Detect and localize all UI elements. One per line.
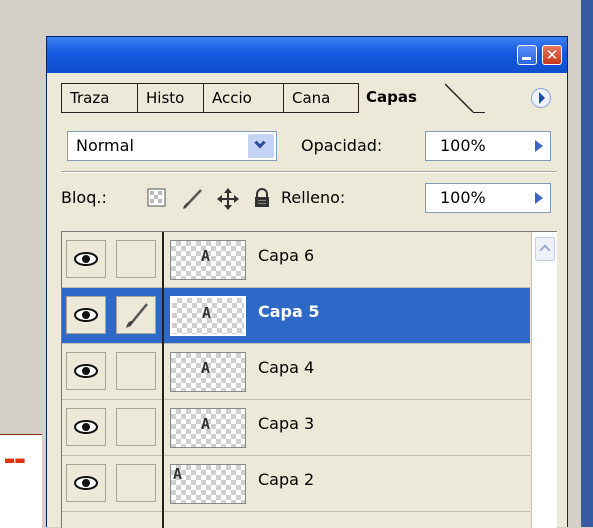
lock-move-icon[interactable] xyxy=(217,188,239,210)
divider xyxy=(61,171,557,173)
fill-label: Relleno: xyxy=(281,188,346,207)
fill-field[interactable]: 100% xyxy=(425,183,551,213)
blend-mode-value: Normal xyxy=(76,136,134,155)
tab-label: Histo xyxy=(146,89,185,107)
layer-thumbnail: A xyxy=(170,296,246,336)
layer-thumbnail: A xyxy=(170,352,246,392)
panel-tabs: Traza Histo Accio Cana Capas xyxy=(61,83,557,113)
layer-name: Capa 6 xyxy=(258,246,315,265)
column-divider xyxy=(162,456,164,512)
visibility-toggle[interactable] xyxy=(66,352,106,390)
tab-capas[interactable]: Capas xyxy=(360,83,452,113)
layer-thumbnail: A xyxy=(170,408,246,448)
panel-menu-button[interactable] xyxy=(531,88,551,108)
layer-row[interactable]: A Capa 4 xyxy=(62,344,530,400)
layers-scrollbar[interactable] xyxy=(531,232,557,528)
link-cell[interactable] xyxy=(116,464,156,502)
background-document-fragment: ▬▬ xyxy=(4,453,26,467)
layer-thumbnail: A xyxy=(170,464,246,504)
column-divider xyxy=(162,400,164,456)
layer-name: Capa 4 xyxy=(258,358,315,377)
arrow-right-icon xyxy=(539,92,545,104)
layers-list: A Capa 6 A Capa 5 A Capa 4 A Capa 3 A Ca… xyxy=(61,231,557,528)
active-tab-edge xyxy=(445,83,485,113)
background-gap xyxy=(568,0,581,527)
visibility-toggle[interactable] xyxy=(66,408,106,446)
background-document: ▬▬ xyxy=(0,434,42,528)
visibility-toggle[interactable] xyxy=(66,464,106,502)
opacity-label: Opacidad: xyxy=(301,136,383,155)
column-divider xyxy=(162,344,164,400)
blend-row: Normal Opacidad: 100% xyxy=(61,127,557,163)
close-button[interactable]: ✕ xyxy=(542,45,562,65)
scroll-up-button[interactable] xyxy=(535,237,555,261)
eye-icon xyxy=(74,308,98,322)
background-window-edge xyxy=(581,0,593,527)
layer-thumbnail: A xyxy=(170,240,246,280)
tab-label: Accio xyxy=(212,89,252,107)
close-icon: ✕ xyxy=(545,46,559,64)
layers-panel: ✕ Traza Histo Accio Cana Capas Normal Op… xyxy=(46,36,568,528)
brush-cell[interactable] xyxy=(116,296,156,334)
lock-row: Bloq.: Relleno: 100% xyxy=(61,178,557,218)
visibility-toggle[interactable] xyxy=(66,296,106,334)
tab-traza[interactable]: Traza xyxy=(61,83,137,113)
link-cell[interactable] xyxy=(116,240,156,278)
link-cell[interactable] xyxy=(116,408,156,446)
eye-icon xyxy=(74,364,98,378)
opacity-value: 100% xyxy=(440,136,486,155)
blend-mode-select[interactable]: Normal xyxy=(67,131,277,161)
column-divider xyxy=(162,512,164,528)
lock-transparency-icon[interactable] xyxy=(147,188,167,208)
layer-name: Capa 2 xyxy=(258,470,315,489)
column-divider xyxy=(162,288,164,344)
eye-icon xyxy=(74,476,98,490)
column-divider xyxy=(162,232,164,288)
lock-label: Bloq.: xyxy=(61,188,107,207)
arrow-right-icon[interactable] xyxy=(535,192,543,204)
panel-titlebar[interactable]: ✕ xyxy=(47,37,567,73)
layer-name: Capa 5 xyxy=(258,302,320,321)
tab-canales[interactable]: Cana xyxy=(283,83,359,113)
chevron-down-icon[interactable] xyxy=(248,134,274,158)
visibility-toggle[interactable] xyxy=(66,240,106,278)
layer-row[interactable]: A Capa 2 xyxy=(62,456,530,512)
lock-all-icon[interactable] xyxy=(253,188,271,208)
opacity-field[interactable]: 100% xyxy=(425,131,551,161)
fill-value: 100% xyxy=(440,188,486,207)
layer-name: Capa 3 xyxy=(258,414,315,433)
eye-icon xyxy=(74,420,98,434)
tab-label: Capas xyxy=(366,88,417,106)
tab-label: Cana xyxy=(292,89,331,107)
tab-label: Traza xyxy=(70,89,110,107)
tab-historia[interactable]: Histo xyxy=(137,83,203,113)
arrow-right-icon[interactable] xyxy=(535,140,543,152)
minimize-button[interactable] xyxy=(517,45,537,65)
layer-row-selected[interactable]: A Capa 5 xyxy=(62,288,530,344)
eye-icon xyxy=(74,252,98,266)
tab-acciones[interactable]: Accio xyxy=(203,83,283,113)
lock-brush-icon[interactable] xyxy=(181,188,205,210)
layer-row[interactable]: A Capa 3 xyxy=(62,400,530,456)
layer-row[interactable]: A Capa 6 xyxy=(62,232,530,288)
brush-icon xyxy=(126,303,148,328)
link-cell[interactable] xyxy=(116,352,156,390)
